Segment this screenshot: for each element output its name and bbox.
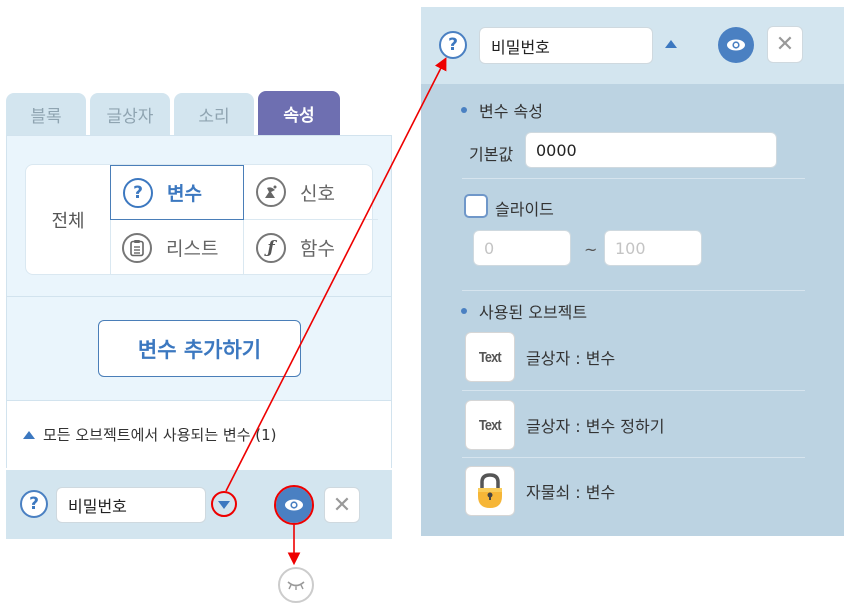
variable-properties-title: 변수 속성 [461, 98, 543, 122]
properties-panel: 전체 ? 변수 신호 리스트 ƒ 함수 변수 추가하기 모든 오브젝트에서 사용… [6, 135, 392, 468]
delete-variable-button[interactable]: ✕ [767, 26, 803, 63]
variable-name-input[interactable]: 비밀번호 [56, 487, 206, 523]
variable-detail-header: ? 비밀번호 ✕ [421, 7, 844, 84]
function-icon: ƒ [256, 232, 286, 263]
bullet-dot [461, 308, 467, 314]
global-variables-label: 모든 오브젝트에서 사용되는 변수 (1) [43, 426, 277, 444]
expand-variable-button[interactable] [213, 494, 235, 516]
collapse-variable-button[interactable] [665, 40, 677, 48]
used-object-item[interactable]: Text 글상자 : 변수 정하기 [465, 400, 805, 450]
eye-closed-icon [278, 567, 314, 603]
slide-max-input[interactable]: 100 [604, 230, 702, 266]
divider [7, 296, 391, 297]
tab-bar: 블록 글상자 소리 속성 [6, 91, 344, 135]
tab-blocks[interactable]: 블록 [6, 93, 86, 135]
clipboard-icon [122, 232, 152, 263]
category-signal[interactable]: 신호 [244, 165, 378, 220]
category-variable[interactable]: ? 변수 [110, 165, 244, 220]
slide-min-input[interactable]: 0 [473, 230, 571, 266]
used-objects-label: 사용된 오브젝트 [479, 303, 588, 322]
bullet-dot [461, 107, 467, 113]
default-value-label: 기본값 [469, 145, 514, 164]
tab-textbox[interactable]: 글상자 [90, 93, 170, 135]
tab-properties[interactable]: 속성 [258, 91, 340, 135]
variable-name-input[interactable]: 비밀번호 [479, 27, 653, 64]
category-all[interactable]: 전체 [26, 165, 111, 274]
slide-label: 슬라이드 [495, 200, 554, 219]
eye-icon [285, 499, 303, 511]
tab-sound[interactable]: 소리 [174, 93, 254, 135]
default-value-input[interactable]: 0000 [525, 132, 777, 168]
used-object-label: 글상자 : 변수 정하기 [526, 417, 665, 436]
category-function-label: 함수 [300, 238, 335, 260]
eye-icon [727, 39, 745, 51]
satellite-dish-icon [256, 177, 286, 207]
category-list[interactable]: 리스트 [110, 220, 244, 275]
divider [462, 457, 805, 458]
visibility-toggle-button[interactable] [276, 487, 312, 523]
used-object-label: 자물쇠 : 변수 [526, 483, 616, 502]
add-variable-button[interactable]: 변수 추가하기 [98, 320, 301, 377]
padlock-icon [465, 466, 515, 516]
used-object-item[interactable]: 자물쇠 : 변수 [465, 466, 805, 516]
category-variable-label: 변수 [167, 183, 202, 205]
variable-type-icon: ? [20, 490, 48, 518]
variable-type-icon: ? [439, 31, 467, 59]
slide-checkbox[interactable] [464, 194, 488, 218]
collapse-triangle-icon [23, 430, 35, 439]
global-variables-toggle[interactable]: 모든 오브젝트에서 사용되는 변수 (1) [7, 400, 391, 468]
variable-properties-label: 변수 속성 [479, 102, 543, 121]
text-icon: Text [465, 332, 515, 382]
visibility-toggle-button[interactable] [718, 27, 754, 63]
divider [462, 390, 805, 391]
divider [462, 178, 805, 179]
question-icon: ? [123, 177, 153, 208]
variable-detail-panel: ? 비밀번호 ✕ 변수 속성 기본값 0000 슬라이드 0 ~ 100 사용된… [421, 7, 844, 536]
range-tilde: ~ [584, 240, 598, 259]
used-object-item[interactable]: Text 글상자 : 변수 [465, 332, 805, 382]
category-signal-label: 신호 [300, 182, 335, 205]
text-icon: Text [465, 400, 515, 450]
expand-triangle-icon [218, 501, 230, 509]
variable-row: ? 비밀번호 ✕ [6, 470, 392, 539]
category-list-label: 리스트 [166, 238, 219, 260]
category-function[interactable]: ƒ 함수 [244, 220, 378, 275]
used-objects-title: 사용된 오브젝트 [461, 299, 587, 323]
category-selector: 전체 ? 변수 신호 리스트 ƒ 함수 [25, 164, 378, 275]
divider [462, 290, 805, 291]
delete-variable-button[interactable]: ✕ [324, 487, 360, 523]
used-object-label: 글상자 : 변수 [526, 349, 616, 368]
